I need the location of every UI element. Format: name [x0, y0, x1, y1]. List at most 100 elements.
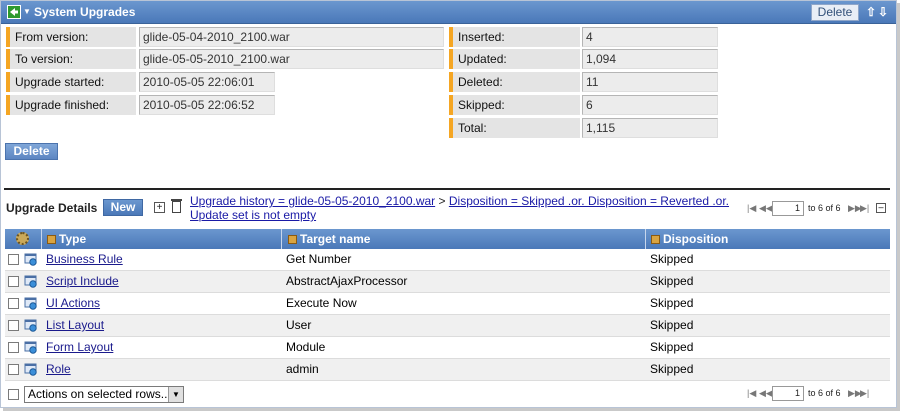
- record-preview-icon[interactable]: [24, 341, 38, 354]
- field-upgrade-started: 2010-05-05 22:06:01: [139, 72, 275, 92]
- type-link[interactable]: UI Actions: [46, 296, 100, 310]
- field-to-version: glide-05-05-2010_2100.war: [139, 49, 444, 69]
- cell-target-name: User: [286, 318, 312, 332]
- row-checkbox[interactable]: [8, 342, 19, 353]
- record-preview-icon[interactable]: [24, 363, 38, 376]
- type-link[interactable]: Script Include: [46, 274, 119, 288]
- column-menu-icon[interactable]: [651, 235, 660, 244]
- title-bar: ▼ System Upgrades Delete ⇧ ⇩: [1, 1, 896, 24]
- page-title: System Upgrades: [34, 5, 136, 19]
- pager-count: to 6 of 6: [808, 203, 841, 213]
- record-preview-icon[interactable]: [24, 275, 38, 288]
- breadcrumb: Upgrade history = glide-05-05-2010_2100.…: [190, 194, 740, 222]
- column-divider: [41, 229, 42, 249]
- record-preview-icon[interactable]: [24, 319, 38, 332]
- row-checkbox[interactable]: [8, 254, 19, 265]
- type-link[interactable]: List Layout: [46, 318, 104, 332]
- cell-type: Form Layout: [46, 337, 113, 359]
- expand-all-icon[interactable]: +: [154, 202, 165, 213]
- field-label-inserted: Inserted:: [449, 27, 580, 47]
- column-header-target-name[interactable]: Target name: [288, 229, 370, 249]
- row-checkbox[interactable]: [8, 276, 19, 287]
- list-settings-gear-icon[interactable]: [16, 232, 29, 245]
- row-checkbox[interactable]: [8, 364, 19, 375]
- collapse-list-icon[interactable]: –: [876, 203, 886, 213]
- delete-button[interactable]: Delete: [5, 143, 58, 160]
- previous-page-icon[interactable]: ◀◀: [759, 203, 773, 213]
- cell-target-name: Get Number: [286, 252, 352, 266]
- cell-target-name: Execute Now: [286, 296, 357, 310]
- context-menu-caret-icon[interactable]: ▼: [23, 8, 31, 16]
- type-link[interactable]: Role: [46, 362, 71, 376]
- column-header-type[interactable]: Type: [47, 229, 86, 249]
- table-header: Type Target name Disposition: [5, 229, 890, 249]
- field-label-to-version: To version:: [6, 49, 136, 69]
- cell-type: Role: [46, 359, 71, 381]
- actions-on-selected-rows-select[interactable]: Actions on selected rows... ▼: [24, 386, 184, 403]
- row-checkbox[interactable]: [8, 298, 19, 309]
- column-menu-icon[interactable]: [288, 235, 297, 244]
- header-delete-button[interactable]: Delete: [811, 4, 859, 21]
- cell-disposition: Skipped: [650, 296, 694, 310]
- table-row: UI Actions Execute Now Skipped: [5, 293, 890, 315]
- field-deleted: 11: [582, 72, 718, 92]
- field-label-upgrade-started: Upgrade started:: [6, 72, 136, 92]
- actions-select-value: Actions on selected rows...: [28, 387, 171, 401]
- last-page-icon[interactable]: ▶|: [860, 388, 870, 398]
- page-number-input[interactable]: 1: [772, 386, 804, 401]
- table-row: Script Include AbstractAjaxProcessor Ski…: [5, 271, 890, 293]
- delete-list-icon[interactable]: [171, 199, 182, 213]
- first-page-icon[interactable]: |◀: [747, 388, 757, 398]
- previous-record-icon[interactable]: ⇧: [866, 5, 876, 19]
- field-label-total: Total:: [449, 118, 580, 138]
- cell-disposition: Skipped: [650, 362, 694, 376]
- field-label-skipped: Skipped:: [449, 95, 580, 115]
- field-upgrade-finished: 2010-05-05 22:06:52: [139, 95, 275, 115]
- column-menu-icon[interactable]: [47, 235, 56, 244]
- field-skipped: 6: [582, 95, 718, 115]
- chevron-down-icon[interactable]: ▼: [168, 387, 183, 402]
- cell-target-name: AbstractAjaxProcessor: [286, 274, 408, 288]
- column-divider: [281, 229, 282, 249]
- row-checkbox[interactable]: [8, 320, 19, 331]
- cell-target-name: Module: [286, 340, 326, 354]
- field-label-deleted: Deleted:: [449, 72, 580, 92]
- cell-type: UI Actions: [46, 293, 100, 315]
- cell-disposition: Skipped: [650, 318, 694, 332]
- column-header-disposition[interactable]: Disposition: [651, 229, 728, 249]
- record-preview-icon[interactable]: [24, 253, 38, 266]
- page-number-input[interactable]: 1: [772, 201, 804, 216]
- field-from-version: glide-05-04-2010_2100.war: [139, 27, 444, 47]
- cell-type: Business Rule: [46, 249, 123, 271]
- previous-page-icon[interactable]: ◀◀: [759, 388, 773, 398]
- table-row: Form Layout Module Skipped: [5, 337, 890, 359]
- pager-count: to 6 of 6: [808, 388, 841, 398]
- breadcrumb-separator: >: [438, 194, 446, 208]
- table-row: Role admin Skipped: [5, 359, 890, 381]
- cell-disposition: Skipped: [650, 252, 694, 266]
- type-link[interactable]: Business Rule: [46, 252, 123, 266]
- cell-target-name: admin: [286, 362, 319, 376]
- cell-disposition: Skipped: [650, 340, 694, 354]
- cell-type: Script Include: [46, 271, 119, 293]
- table-row: Business Rule Get Number Skipped: [5, 249, 890, 271]
- field-total: 1,115: [582, 118, 718, 138]
- column-divider: [645, 229, 646, 249]
- new-button[interactable]: New: [103, 199, 143, 216]
- next-page-icon[interactable]: ▶▶: [848, 388, 862, 398]
- field-label-updated: Updated:: [449, 49, 580, 69]
- next-record-icon[interactable]: ⇩: [878, 5, 888, 19]
- type-link[interactable]: Form Layout: [46, 340, 113, 354]
- first-page-icon[interactable]: |◀: [747, 203, 757, 213]
- select-all-checkbox[interactable]: [8, 389, 19, 400]
- related-list-title: Upgrade Details: [6, 201, 98, 215]
- breadcrumb-link-upgrade-history[interactable]: Upgrade history = glide-05-05-2010_2100.…: [190, 194, 435, 208]
- next-page-icon[interactable]: ▶▶: [848, 203, 862, 213]
- last-page-icon[interactable]: ▶|: [860, 203, 870, 213]
- field-label-upgrade-finished: Upgrade finished:: [6, 95, 136, 115]
- field-inserted: 4: [582, 27, 718, 47]
- record-preview-icon[interactable]: [24, 297, 38, 310]
- back-arrow-icon[interactable]: [7, 5, 21, 19]
- cell-type: List Layout: [46, 315, 104, 337]
- field-label-from-version: From version:: [6, 27, 136, 47]
